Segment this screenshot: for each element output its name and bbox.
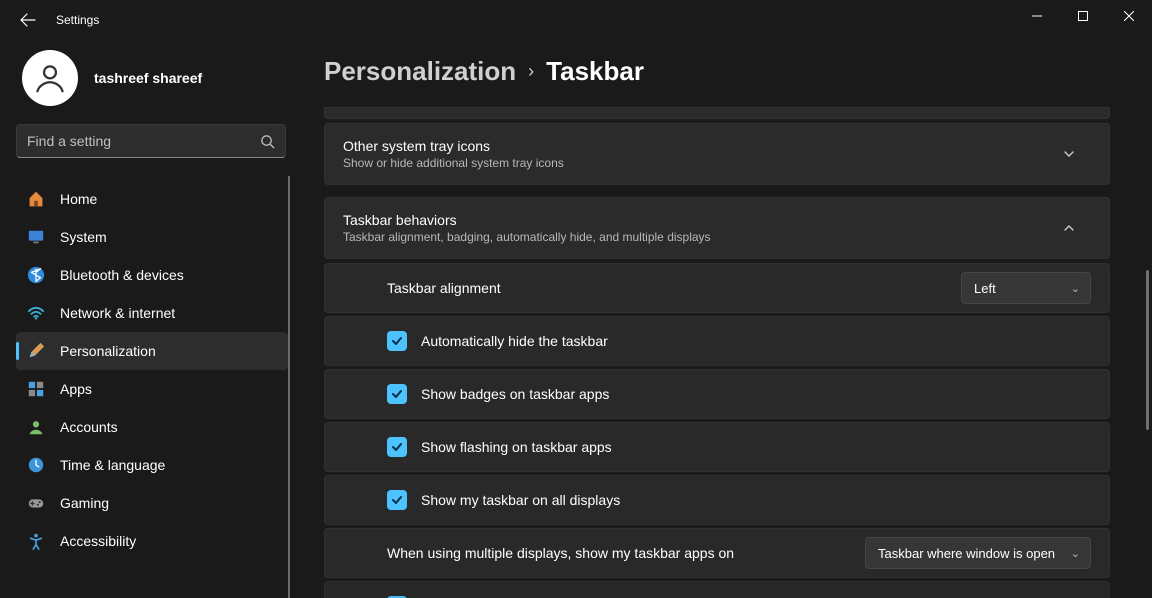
minimize-button[interactable]	[1014, 0, 1060, 32]
avatar	[22, 50, 78, 106]
breadcrumb-current: Taskbar	[546, 56, 644, 87]
chevron-right-icon: ›	[528, 61, 534, 82]
section-subtitle: Show or hide additional system tray icon…	[343, 156, 1063, 170]
accessibility-icon	[26, 531, 46, 551]
scrollbar-thumb[interactable]	[1146, 270, 1149, 430]
setting-label: Show my taskbar on all displays	[421, 492, 1091, 508]
alignment-dropdown[interactable]: Left ⌄	[961, 272, 1091, 304]
home-icon	[26, 189, 46, 209]
user-account-row[interactable]: tashreef shareef	[16, 40, 296, 124]
checkbox-checked[interactable]	[387, 384, 407, 404]
chevron-up-icon	[1063, 222, 1091, 234]
chevron-down-icon: ⌄	[1071, 282, 1080, 295]
back-button[interactable]	[18, 10, 38, 30]
user-name: tashreef shareef	[94, 70, 202, 86]
sidebar-item-apps[interactable]: Apps	[16, 370, 288, 408]
sidebar-item-label: Home	[60, 191, 97, 207]
checkbox-checked[interactable]	[387, 437, 407, 457]
section-title: Other system tray icons	[343, 138, 1063, 154]
setting-show-all-displays[interactable]: Show my taskbar on all displays	[324, 475, 1110, 525]
multi-display-dropdown[interactable]: Taskbar where window is open ⌄	[865, 537, 1091, 569]
dropdown-value: Left	[974, 281, 1035, 296]
sidebar-item-label: Gaming	[60, 495, 109, 511]
setting-label: Show badges on taskbar apps	[421, 386, 1091, 402]
search-box[interactable]	[16, 124, 286, 158]
setting-label: When using multiple displays, show my ta…	[387, 545, 865, 561]
gaming-icon	[26, 493, 46, 513]
chevron-down-icon	[1063, 148, 1091, 160]
wifi-icon	[26, 303, 46, 323]
breadcrumb: Personalization › Taskbar	[324, 56, 1128, 87]
sidebar-item-system[interactable]: System	[16, 218, 288, 256]
apps-icon	[26, 379, 46, 399]
sidebar-item-accounts[interactable]: Accounts	[16, 408, 288, 446]
sidebar-item-accessibility[interactable]: Accessibility	[16, 522, 288, 560]
sidebar-item-label: Network & internet	[60, 305, 175, 321]
sidebar-item-home[interactable]: Home	[16, 180, 288, 218]
sidebar-item-label: Accounts	[60, 419, 118, 435]
personalization-icon	[26, 341, 46, 361]
sidebar-item-label: Bluetooth & devices	[60, 267, 184, 283]
sidebar-item-label: Personalization	[60, 343, 156, 359]
sidebar-item-network[interactable]: Network & internet	[16, 294, 288, 332]
clock-icon	[26, 455, 46, 475]
setting-show-flashing[interactable]: Show flashing on taskbar apps	[324, 422, 1110, 472]
window-title: Settings	[56, 13, 99, 27]
accounts-icon	[26, 417, 46, 437]
setting-label: Taskbar alignment	[387, 280, 961, 296]
sidebar-item-label: Accessibility	[60, 533, 136, 549]
sidebar-item-bluetooth[interactable]: Bluetooth & devices	[16, 256, 288, 294]
setting-share-window[interactable]: Share any window from my taskbar	[324, 581, 1110, 598]
collapsed-section-partial[interactable]	[324, 107, 1110, 119]
search-icon	[260, 134, 275, 149]
setting-auto-hide[interactable]: Automatically hide the taskbar	[324, 316, 1110, 366]
sidebar-item-label: Apps	[60, 381, 92, 397]
setting-label: Automatically hide the taskbar	[421, 333, 1091, 349]
sidebar-item-gaming[interactable]: Gaming	[16, 484, 288, 522]
section-subtitle: Taskbar alignment, badging, automaticall…	[343, 230, 1063, 244]
setting-multi-display-apps: When using multiple displays, show my ta…	[324, 528, 1110, 578]
breadcrumb-parent[interactable]: Personalization	[324, 56, 516, 87]
sidebar-item-personalization[interactable]: Personalization	[16, 332, 288, 370]
setting-label: Show flashing on taskbar apps	[421, 439, 1091, 455]
setting-show-badges[interactable]: Show badges on taskbar apps	[324, 369, 1110, 419]
section-other-tray-icons[interactable]: Other system tray icons Show or hide add…	[324, 123, 1110, 185]
sidebar-item-label: System	[60, 229, 107, 245]
close-button[interactable]	[1106, 0, 1152, 32]
dropdown-value: Taskbar where window is open	[878, 546, 1059, 561]
chevron-down-icon: ⌄	[1071, 547, 1080, 560]
sidebar-item-label: Time & language	[60, 457, 165, 473]
checkbox-checked[interactable]	[387, 490, 407, 510]
setting-taskbar-alignment: Taskbar alignment Left ⌄	[324, 263, 1110, 313]
sidebar-item-time-language[interactable]: Time & language	[16, 446, 288, 484]
search-input[interactable]	[27, 133, 260, 149]
system-icon	[26, 227, 46, 247]
section-title: Taskbar behaviors	[343, 212, 1063, 228]
bluetooth-icon	[26, 265, 46, 285]
section-taskbar-behaviors[interactable]: Taskbar behaviors Taskbar alignment, bad…	[324, 197, 1110, 259]
maximize-button[interactable]	[1060, 0, 1106, 32]
checkbox-checked[interactable]	[387, 331, 407, 351]
